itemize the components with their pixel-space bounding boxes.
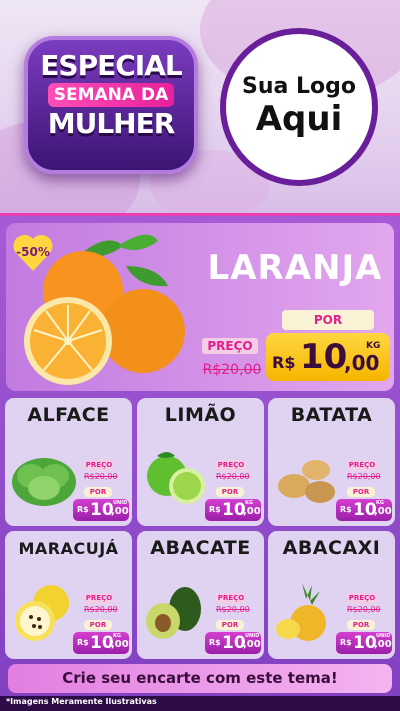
old-price: R$20,00 <box>84 472 118 481</box>
price-unit: UNID <box>245 633 260 639</box>
product-card-limao: LIMÃO PREÇO R$20,00 POR R$ 10 ,00 KG <box>137 398 264 526</box>
price-label: PREÇO <box>216 460 246 471</box>
product-card-batata: BATATA PREÇO R$20,00 POR R$ 10 ,00 KG <box>268 398 395 526</box>
price-label: PREÇO <box>216 593 246 604</box>
price-unit: KG <box>113 633 121 639</box>
price-decimal: ,00 <box>243 639 261 650</box>
featured-product-name: LARANJA <box>207 248 383 288</box>
por-label: POR <box>84 487 112 497</box>
old-price: R$20,00 <box>216 605 250 614</box>
old-price: R$20,00 <box>216 472 250 481</box>
featured-price-box: R$ 10 ,00 KG <box>266 333 390 381</box>
avocado-image <box>146 587 201 639</box>
footer: *Imagens Meramente Ilustrativas <box>0 696 400 711</box>
product-name: LIMÃO <box>164 404 237 426</box>
price-label: PREÇO <box>347 460 377 471</box>
badge-line-1: ESPECIAL <box>40 49 182 82</box>
lime-image <box>147 452 205 504</box>
price-label: PREÇO <box>84 593 114 604</box>
price-unit: UNID <box>113 500 128 506</box>
price-unit: KG <box>376 500 384 506</box>
old-price: R$20,00 <box>202 362 262 378</box>
price-label: PREÇO <box>84 460 114 471</box>
badge-line-3: MULHER <box>47 107 176 140</box>
cta-banner[interactable]: Crie seu encarte com este tema! <box>8 664 392 693</box>
disclaimer-text: *Imagens Meramente Ilustrativas <box>6 697 157 706</box>
lettuce-image <box>12 458 76 506</box>
price-box: R$ 10 ,00 UNID <box>73 499 129 521</box>
product-name: MARACUJÁ <box>18 539 119 558</box>
passion-fruit-image <box>15 585 69 641</box>
badge-line-2: SEMANA DA <box>47 83 175 107</box>
price-unit: KG <box>245 500 253 506</box>
currency-symbol: R$ <box>272 353 296 372</box>
price-unit: KG <box>366 341 381 351</box>
por-label: POR <box>347 487 375 497</box>
potato-image <box>278 460 335 503</box>
logo-line-1: Sua Logo <box>241 74 356 99</box>
product-card-alface: ALFACE PREÇO R$20,00 POR R$ 10 ,00 UNID <box>5 398 132 526</box>
por-label: POR <box>84 620 112 630</box>
price-decimal: ,00 <box>374 639 392 650</box>
old-price: R$20,00 <box>347 472 381 481</box>
price-box: R$ 10 ,00 KG <box>205 499 261 521</box>
price-box: R$ 10 ,00 KG <box>73 632 129 654</box>
price-decimal: ,00 <box>111 506 129 517</box>
discount-text: -50% <box>16 245 50 259</box>
currency-symbol: R$ <box>209 505 221 514</box>
price-integer: 10 <box>300 337 348 377</box>
product-name: ABACATE <box>150 537 251 559</box>
logo-placeholder: Sua Logo Aqui <box>220 28 378 186</box>
por-label: POR <box>347 620 375 630</box>
product-name: ABACAXI <box>282 537 381 559</box>
price-decimal: ,00 <box>374 506 392 517</box>
product-name: BATATA <box>290 404 373 426</box>
currency-symbol: R$ <box>77 505 89 514</box>
por-label: POR <box>216 620 244 630</box>
currency-symbol: R$ <box>77 638 89 647</box>
old-price: R$20,00 <box>347 605 381 614</box>
old-price: R$20,00 <box>84 605 118 614</box>
campaign-badge: ESPECIAL SEMANA DA MULHER <box>24 36 198 174</box>
price-decimal: ,00 <box>111 639 129 650</box>
por-label: POR <box>216 487 244 497</box>
por-label: POR <box>282 310 374 330</box>
price-unit: UNID <box>376 633 391 639</box>
product-name: ALFACE <box>27 404 110 426</box>
price-decimal: ,00 <box>344 351 380 375</box>
currency-symbol: R$ <box>340 505 352 514</box>
product-card-maracuja: MARACUJÁ PREÇO R$20,00 POR R$ 10 ,00 KG <box>5 531 132 659</box>
price-box: R$ 10 ,00 UNID <box>205 632 261 654</box>
product-card-abacaxi: ABACAXI PREÇO R$20,00 POR R$ 10 ,00 UNID <box>268 531 395 659</box>
currency-symbol: R$ <box>340 638 352 647</box>
logo-line-2: Aqui <box>255 99 343 139</box>
price-box: R$ 10 ,00 KG <box>336 499 392 521</box>
discount-badge: -50% <box>12 232 54 274</box>
price-label: PREÇO <box>347 593 377 604</box>
price-box: R$ 10 ,00 UNID <box>336 632 392 654</box>
price-decimal: ,00 <box>243 506 261 517</box>
product-card-abacate: ABACATE PREÇO R$20,00 POR R$ 10 ,00 UNID <box>137 531 264 659</box>
pineapple-image <box>276 583 326 641</box>
price-label: PREÇO <box>202 338 258 354</box>
currency-symbol: R$ <box>209 638 221 647</box>
